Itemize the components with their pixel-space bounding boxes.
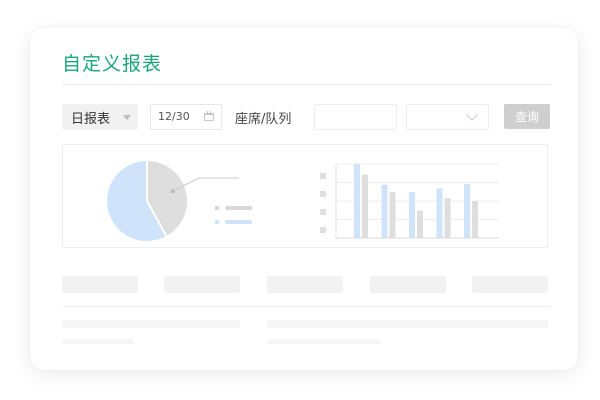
skeleton-header-2 <box>164 276 240 293</box>
filter-bar: 日报表 12/30 座席/队列 查询 <box>62 104 554 130</box>
bar-mark <box>444 198 451 238</box>
seat-queue-label: 座席/队列 <box>235 112 292 127</box>
report-type-label: 日报表 <box>71 112 111 127</box>
bar-mark <box>362 174 368 238</box>
report-card: 自定义报表 日报表 12/30 座席/队列 查询 <box>30 28 578 370</box>
date-picker[interactable]: 12/30 <box>150 104 222 130</box>
bar-y-tick <box>320 173 326 179</box>
bar-mark <box>409 192 415 238</box>
skeleton-header-1 <box>62 276 138 293</box>
skeleton-header-3 <box>267 276 343 293</box>
bar-mark <box>354 164 360 238</box>
skeleton-header-5 <box>472 276 548 293</box>
bar-mark <box>464 183 470 238</box>
report-type-select[interactable]: 日报表 <box>62 104 138 130</box>
bar-mark <box>417 210 423 238</box>
legend-icon <box>225 220 252 224</box>
title-divider <box>62 84 550 85</box>
page-title: 自定义报表 <box>62 53 163 75</box>
charts-svg <box>105 158 499 243</box>
bar-mark <box>381 184 388 238</box>
skeleton-row-2a <box>62 339 134 344</box>
bar-mark <box>472 201 478 238</box>
bar-mark <box>436 188 443 238</box>
date-value: 12/30 <box>158 110 190 123</box>
skeleton-header-4 <box>370 276 446 293</box>
query-button[interactable]: 查询 <box>504 104 550 129</box>
bar-y-tick <box>320 209 326 215</box>
bar-mark <box>389 192 396 238</box>
bar-y-tick <box>320 227 326 233</box>
legend-icon <box>215 206 219 210</box>
skeleton-row-2b <box>267 339 381 344</box>
chevron-down-icon <box>466 109 478 121</box>
legend-icon <box>215 220 219 224</box>
seat-queue-input[interactable] <box>314 104 397 130</box>
queue-select[interactable] <box>406 104 489 130</box>
chart-panel <box>62 144 548 248</box>
skeleton-divider <box>62 306 550 307</box>
caret-down-icon <box>123 115 131 120</box>
calendar-icon <box>204 111 214 121</box>
skeleton-row-1a <box>62 320 240 328</box>
skeleton-row-1b <box>267 320 548 328</box>
legend-icon <box>225 206 252 210</box>
bar-y-tick <box>320 191 326 197</box>
